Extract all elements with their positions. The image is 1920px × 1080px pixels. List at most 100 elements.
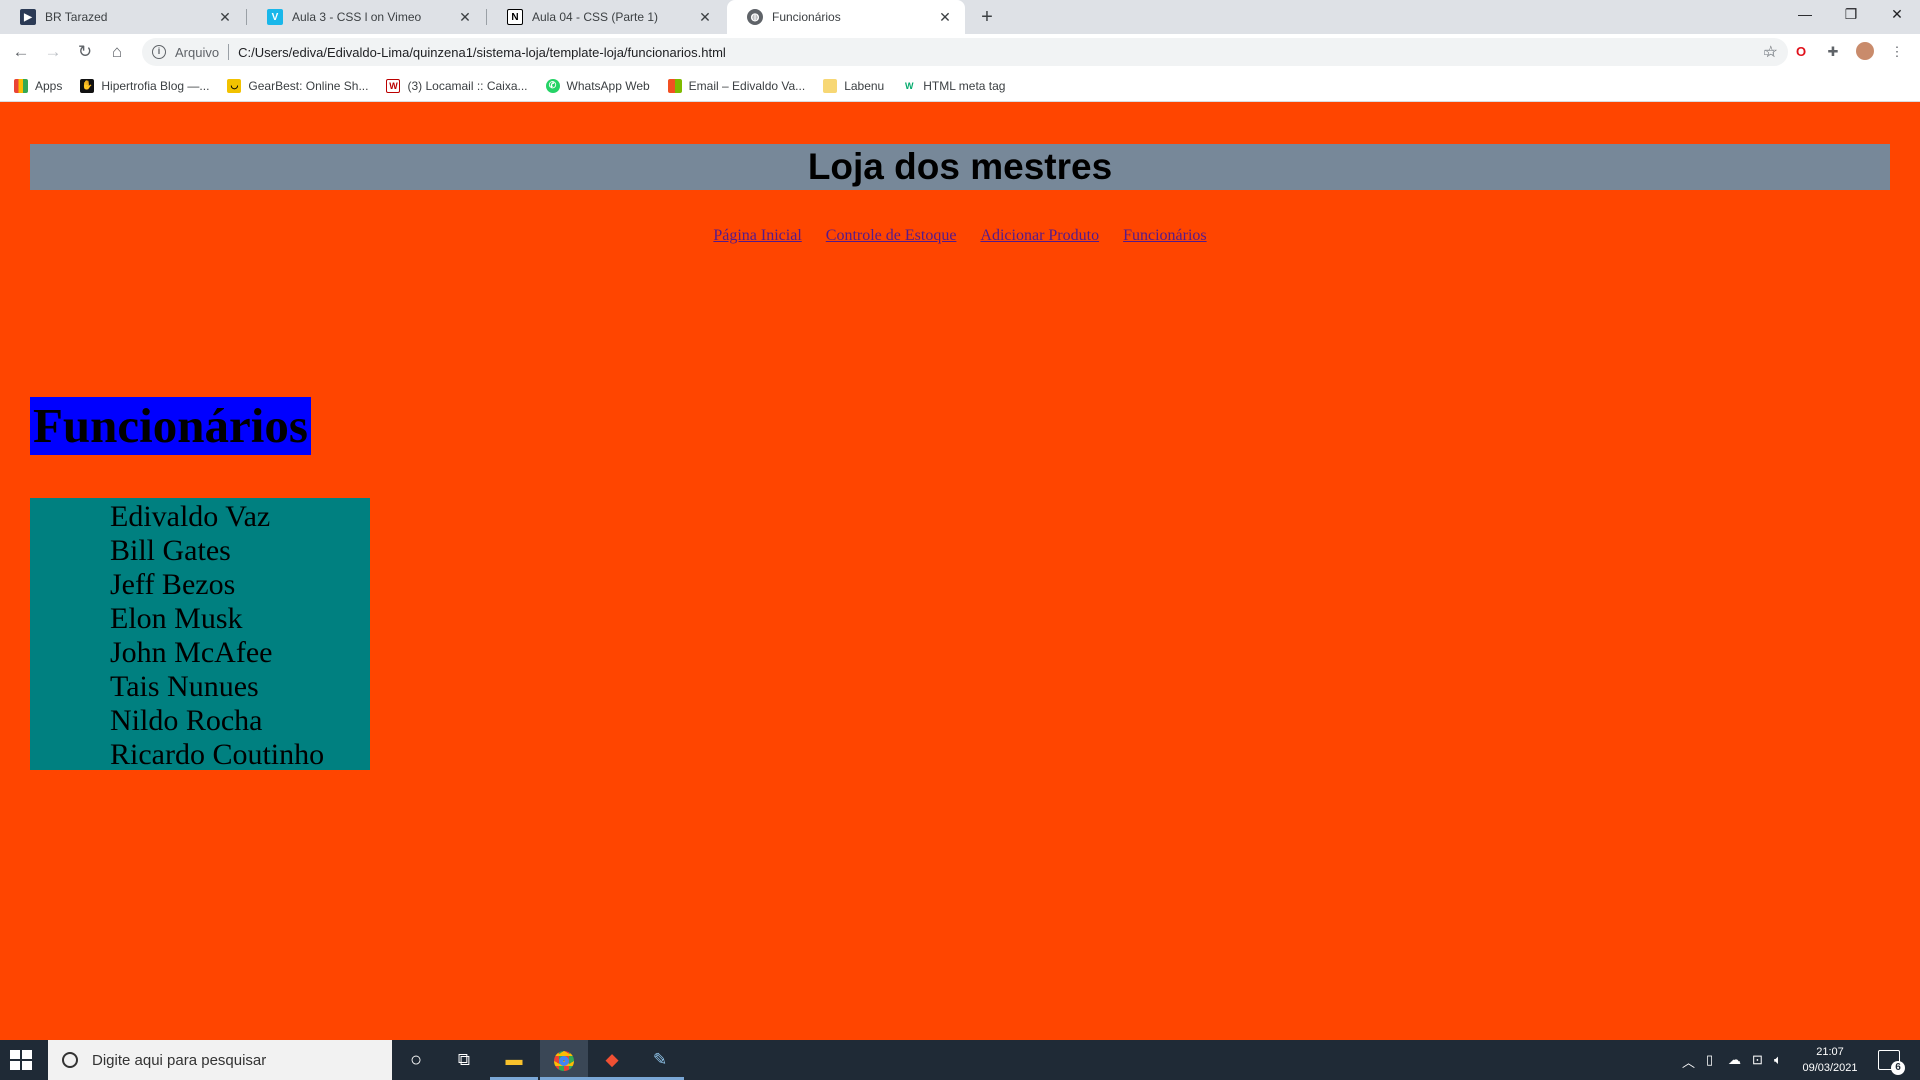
br-tarazed-favicon: ▶	[20, 9, 36, 25]
windows-start-icon[interactable]	[10, 1050, 36, 1070]
list-item: Nildo Rocha	[110, 704, 263, 737]
paint-icon[interactable]: ✎	[636, 1040, 684, 1080]
bookmark-label: HTML meta tag	[923, 78, 1006, 93]
list-item: John McAfee	[110, 636, 273, 669]
apps-grid-icon	[14, 78, 28, 93]
vimeo-favicon: V	[267, 9, 283, 25]
list-item: Bill Gates	[110, 534, 231, 567]
tab-title: Funcionários	[772, 10, 841, 24]
git-icon[interactable]: ◆	[588, 1040, 636, 1080]
cortana-icon[interactable]: ○	[392, 1040, 440, 1080]
close-icon[interactable]: ✕	[217, 9, 233, 26]
bookmark-html-meta[interactable]: W HTML meta tag	[902, 78, 1006, 93]
list-item: Elon Musk	[110, 602, 243, 635]
bookmark-label: GearBest: Online Sh...	[248, 78, 369, 93]
nav-link-funcionarios[interactable]: Funcionários	[1123, 227, 1207, 244]
home-icon[interactable]: ⌂	[105, 40, 129, 64]
close-icon[interactable]: ✕	[697, 9, 713, 26]
bookmark-label: Hipertrofia Blog —...	[101, 78, 210, 93]
notion-favicon: N	[507, 9, 523, 25]
notification-count: 6	[1891, 1061, 1905, 1075]
chrome-icon[interactable]	[540, 1040, 588, 1080]
taskbar: Digite aqui para pesquisar ○ ⧉ ▬ ◆ ✎ ︿ ▯…	[0, 1040, 1920, 1080]
close-icon[interactable]: ✕	[457, 9, 473, 26]
clock[interactable]: 21:07 09/03/2021	[1790, 1044, 1870, 1076]
restore-icon[interactable]: ❐	[1828, 0, 1874, 30]
opera-icon[interactable]: O	[1791, 42, 1811, 62]
chevron-up-icon[interactable]: ︿	[1682, 1052, 1695, 1071]
reload-icon[interactable]: ↻	[73, 40, 97, 64]
volume-icon[interactable]: 🔈︎	[1774, 1052, 1782, 1068]
file-explorer-icon[interactable]: ▬	[490, 1040, 538, 1080]
url-text[interactable]: C:/Users/ediva/Edivaldo-Lima/quinzena1/s…	[238, 45, 726, 60]
bookmark-label: Apps	[35, 78, 63, 93]
bookmark-label: WhatsApp Web	[566, 78, 650, 93]
forward-arrow-icon[interactable]: →	[41, 40, 65, 64]
task-view-icon[interactable]: ⧉	[440, 1040, 488, 1080]
address-bar[interactable]: i Arquivo C:/Users/ediva/Edivaldo-Lima/q…	[142, 38, 1788, 66]
notification-icon[interactable]: 6	[1878, 1050, 1905, 1075]
tab-funcionarios[interactable]: ◍ Funcionários ✕	[727, 0, 965, 34]
new-tab-button[interactable]: +	[975, 6, 999, 28]
bookmark-whatsapp[interactable]: ✆ WhatsApp Web	[545, 78, 650, 93]
scheme-label: Arquivo	[175, 44, 220, 60]
list-item: Jeff Bezos	[110, 568, 236, 601]
time: 21:07	[1816, 1046, 1844, 1058]
nav-link-controle-estoque[interactable]: Controle de Estoque	[826, 227, 957, 244]
close-window-icon[interactable]: ✕	[1874, 0, 1920, 30]
close-icon[interactable]: ✕	[937, 9, 953, 26]
bookmark-labenu[interactable]: Labenu	[823, 78, 885, 93]
list-item: Ricardo Coutinho	[110, 738, 325, 771]
site-header: Loja dos mestres	[30, 144, 1890, 190]
employee-list: Edivaldo Vaz Bill Gates Jeff Bezos Elon …	[30, 498, 370, 771]
bookmark-apps[interactable]: Apps	[14, 78, 63, 93]
tab-strip: ▶ BR Tarazed ✕ V Aula 3 - CSS l on Vimeo…	[0, 0, 1920, 34]
tab-vimeo[interactable]: V Aula 3 - CSS l on Vimeo ✕	[247, 0, 485, 34]
list-item: Edivaldo Vaz	[110, 500, 271, 533]
taskbar-search[interactable]: Digite aqui para pesquisar	[48, 1040, 392, 1080]
tab-notion[interactable]: N Aula 04 - CSS (Parte 1) ✕	[487, 0, 725, 34]
browser-toolbar: ← → ↻ ⌂ i Arquivo C:/Users/ediva/Edivald…	[0, 34, 1920, 70]
locamail-icon: W	[386, 78, 401, 93]
nav-link-pagina-inicial[interactable]: Página Inicial	[713, 227, 801, 244]
avatar[interactable]	[1855, 42, 1875, 62]
bookmarks-bar: Apps ✋ Hipertrofia Blog —... ◡ GearBest:…	[0, 70, 1920, 102]
bookmark-label: Labenu	[844, 78, 885, 93]
puzzle-icon[interactable]: ✚	[1823, 42, 1843, 62]
bookmark-label: Email – Edivaldo Va...	[688, 78, 806, 93]
menu-dots-icon[interactable]: ⋮	[1887, 42, 1907, 62]
omnibox-divider	[228, 44, 230, 60]
tab-br-tarazed[interactable]: ▶ BR Tarazed ✕	[0, 0, 245, 34]
folder-icon	[823, 78, 838, 93]
bookmark-gearbest[interactable]: ◡ GearBest: Online Sh...	[227, 78, 369, 93]
minimize-icon[interactable]: —	[1782, 0, 1828, 30]
bookmark-hipertrofia[interactable]: ✋ Hipertrofia Blog —...	[80, 78, 210, 93]
bookmark-label: (3) Locamail :: Caixa...	[407, 78, 528, 93]
onedrive-icon[interactable]: ☁	[1728, 1052, 1741, 1068]
search-placeholder: Digite aqui para pesquisar	[92, 1051, 267, 1069]
tab-title: BR Tarazed	[45, 10, 108, 24]
date: 09/03/2021	[1802, 1062, 1858, 1074]
nav-link-adicionar-produto[interactable]: Adicionar Produto	[980, 227, 1099, 244]
network-icon[interactable]: ⊡	[1752, 1052, 1763, 1068]
site-title: Loja dos mestres	[807, 146, 1113, 187]
w3-icon: W	[902, 78, 917, 93]
tab-title: Aula 04 - CSS (Parte 1)	[532, 10, 659, 24]
back-arrow-icon[interactable]: ←	[9, 40, 33, 64]
extension-icon[interactable]: ▭	[1759, 42, 1779, 62]
info-icon[interactable]: i	[152, 45, 166, 59]
search-icon	[62, 1052, 78, 1068]
hipertrofia-icon: ✋	[80, 78, 95, 93]
globe-favicon: ◍	[747, 9, 763, 25]
list-item: Tais Nunues	[110, 670, 259, 703]
section-title: Funcionários	[30, 397, 311, 455]
page-content: Loja dos mestres Página Inicial Controle…	[0, 102, 1920, 1040]
gearbest-icon: ◡	[227, 78, 242, 93]
tab-title: Aula 3 - CSS l on Vimeo	[292, 10, 422, 24]
bookmark-locamail[interactable]: W (3) Locamail :: Caixa...	[386, 78, 528, 93]
bookmark-email[interactable]: Email – Edivaldo Va...	[667, 78, 806, 93]
microsoft-icon	[667, 78, 682, 93]
site-nav: Página Inicial Controle de Estoque Adici…	[0, 227, 1920, 245]
whatsapp-icon: ✆	[545, 78, 560, 93]
device-icon[interactable]: ▯	[1706, 1052, 1713, 1068]
